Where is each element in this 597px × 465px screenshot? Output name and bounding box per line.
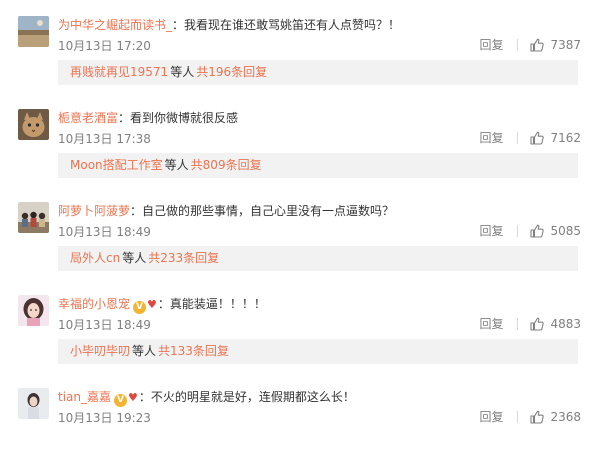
replies-mid-text: 等人 [122,251,147,265]
replies-summary[interactable]: 局外人cn 等人 共233条回复 [58,246,578,271]
member-v-icon: V [114,394,127,407]
avatar[interactable] [18,295,49,326]
thumb-up-icon [530,38,545,52]
comment-item: 为中华之崛起而读书_：我看现在谁还敢骂姚笛还有人点赞吗？！ 10月13日 17:… [0,0,597,93]
replies-summary[interactable]: Moon搭配工作室 等人 共809条回复 [58,153,578,178]
reply-button[interactable]: 回复 [479,37,503,53]
reply-username-link[interactable]: 小毕叨毕叨 [70,344,130,358]
comment-text: 看到你微博就很反感 [130,111,239,125]
comment-text: 我看现在谁还敢骂姚笛还有人点赞吗？！ [184,18,401,32]
thumb-up-icon [530,410,545,424]
reply-username-link[interactable]: 再贱就再见19571 [70,65,168,79]
comment-line: tian_嘉嘉 V ♥：不火的明星就是好，连假期都这么长！ [58,388,355,407]
comment-line: 阿萝卜阿菠萝：自己做的那些事情，自己心里没有一点逼数吗？ [58,202,394,220]
thumb-up-icon [530,317,545,331]
replies-count-link[interactable]: 共809条回复 [191,158,262,172]
replies-mid-text: 等人 [164,158,189,172]
avatar[interactable] [18,202,49,233]
separator: ： [118,111,131,125]
heart-icon: ♥ [128,391,138,404]
replies-count-link[interactable]: 共133条回复 [158,344,229,358]
reply-username-link[interactable]: Moon搭配工作室 [70,158,163,172]
reply-button[interactable]: 回复 [479,316,503,332]
comment-text: 真能装逼！！！！ [169,297,266,311]
comment-item: 栀意老酒富：看到你微博就很反感 10月13日 17:38 回复 7162 Moo… [0,93,597,186]
replies-mid-text: 等人 [170,65,195,79]
like-button[interactable]: 4883 [530,316,581,332]
timestamp: 10月13日 17:20 [58,39,151,53]
divider [517,132,519,144]
like-count: 4883 [550,317,581,331]
timestamp: 10月13日 19:23 [58,411,151,425]
comment-item: 幸福的小恩宠 V ♥：真能装逼！！！！ 10月13日 18:49 回复 4883 小… [0,279,597,372]
comment-actions: 回复 7387 [479,37,581,53]
member-v-icon: V [133,301,147,314]
like-button[interactable]: 5085 [530,223,581,239]
like-button[interactable]: 7162 [530,130,581,146]
avatar[interactable] [18,109,49,140]
replies-summary[interactable]: 小毕叨毕叨 等人 共133条回复 [58,339,578,364]
comment-text: 不火的明星就是好，连假期都这么长！ [150,390,355,404]
reply-button[interactable]: 回复 [479,130,503,146]
comment-item: 阿萝卜阿菠萝：自己做的那些事情，自己心里没有一点逼数吗？ 10月13日 18:4… [0,186,597,279]
separator: ： [157,297,170,311]
like-count: 7387 [550,38,581,52]
separator: ： [130,204,143,218]
replies-count-link[interactable]: 共233条回复 [148,251,219,265]
comment-line: 为中华之崛起而读书_：我看现在谁还敢骂姚笛还有人点赞吗？！ [58,16,400,34]
like-count: 5085 [550,224,581,238]
divider [517,411,519,423]
username-link[interactable]: tian_嘉嘉 [58,390,111,404]
timestamp: 10月13日 18:49 [58,225,151,239]
reply-button[interactable]: 回复 [479,409,503,425]
comment-line: 栀意老酒富：看到你微博就很反感 [58,109,238,127]
username-link[interactable]: 栀意老酒富 [58,111,118,125]
timestamp: 10月13日 17:38 [58,132,151,146]
thumb-up-icon [530,131,545,145]
avatar[interactable] [18,388,49,419]
separator: ： [172,18,185,32]
reply-button[interactable]: 回复 [479,223,503,239]
like-button[interactable]: 7387 [530,37,581,53]
replies-count-link[interactable]: 共196条回复 [196,65,267,79]
comment-actions: 回复 5085 [479,223,581,239]
like-button[interactable]: 2368 [530,409,581,425]
heart-icon: ♥ [147,298,157,311]
comment-actions: 回复 2368 [479,409,581,425]
divider [517,318,519,330]
timestamp: 10月13日 18:49 [58,318,151,332]
username-link[interactable]: 为中华之崛起而读书_ [58,18,172,32]
thumb-up-icon [530,224,545,238]
like-count: 7162 [550,131,581,145]
replies-summary[interactable]: 再贱就再见19571 等人 共196条回复 [58,60,578,85]
comment-item: tian_嘉嘉 V ♥：不火的明星就是好，连假期都这么长！ 10月13日 19:23… [0,372,597,465]
divider [517,39,519,51]
comment-text: 自己做的那些事情，自己心里没有一点逼数吗？ [142,204,395,218]
comment-actions: 回复 4883 [479,316,581,332]
username-link[interactable]: 阿萝卜阿菠萝 [58,204,130,218]
avatar[interactable] [18,16,49,47]
reply-username-link[interactable]: 局外人cn [70,251,120,265]
replies-mid-text: 等人 [132,344,157,358]
divider [517,225,519,237]
separator: ： [138,390,151,404]
comment-actions: 回复 7162 [479,130,581,146]
comment-line: 幸福的小恩宠 V ♥：真能装逼！！！！ [58,295,266,314]
like-count: 2368 [550,410,581,424]
username-link[interactable]: 幸福的小恩宠 [58,297,130,311]
